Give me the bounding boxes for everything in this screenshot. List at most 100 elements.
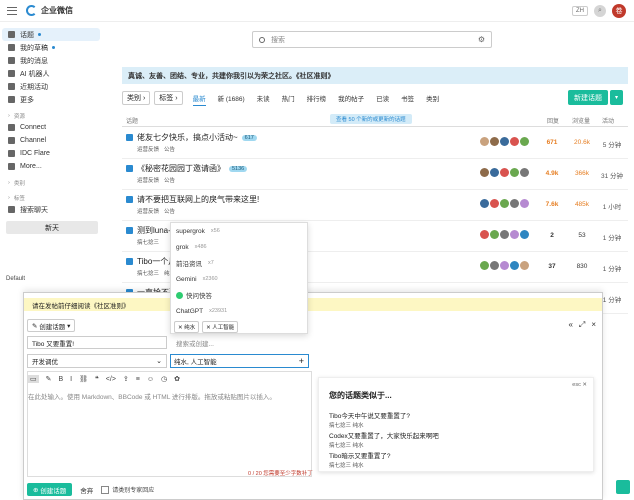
resource-item[interactable]: IDC Flare xyxy=(2,147,100,160)
new-chat-button[interactable]: 新天 xyxy=(6,221,98,234)
avatar[interactable] xyxy=(510,230,519,239)
tag-label[interactable]: 公告 xyxy=(164,176,175,184)
avatar[interactable] xyxy=(510,199,519,208)
avatar[interactable] xyxy=(510,261,519,270)
activity-time[interactable]: 1 分钟 xyxy=(597,232,627,242)
topic-title-text[interactable]: 《秘密花园园丁邀请函》 xyxy=(137,163,225,174)
new-topics-bar[interactable]: 查看 50 个新的或更新的话题 xyxy=(330,114,412,124)
tag-option[interactable]: supergrok x56 xyxy=(171,223,307,239)
sidebar-item[interactable]: 更多 xyxy=(2,93,100,106)
topic-title[interactable]: Tibo一个月 xyxy=(126,256,176,267)
tag-label[interactable]: 运营反馈 xyxy=(137,145,159,153)
sidebar-item[interactable]: 话题 xyxy=(2,28,100,41)
link-icon[interactable]: ⛓ xyxy=(79,375,88,383)
tag-option[interactable]: 前沿资讯 x7 xyxy=(171,255,307,271)
language-selector[interactable]: ZH xyxy=(572,6,588,16)
similar-topic[interactable]: Tibo暗示又要重置了? 搞七捻三 纯水 xyxy=(329,450,391,469)
avatar[interactable]: 卷 xyxy=(612,4,626,18)
avatar[interactable] xyxy=(490,261,499,270)
chevron-down-icon[interactable]: ▾ xyxy=(610,90,623,105)
title-field[interactable]: Tibo 又要重置! xyxy=(27,336,167,349)
topic-title[interactable]: 佬友七夕快乐，搞点小活动~ 617 xyxy=(126,132,257,143)
col-views[interactable]: 浏览量 xyxy=(572,116,590,125)
avatar[interactable] xyxy=(500,137,509,146)
activity-time[interactable]: 31 分钟 xyxy=(597,170,627,180)
tab[interactable]: 书签 xyxy=(401,90,414,106)
tag-label[interactable]: 搞七捻三 xyxy=(137,269,159,277)
tab[interactable]: 热门 xyxy=(282,90,295,106)
avatar[interactable] xyxy=(480,137,489,146)
resource-item[interactable]: Channel xyxy=(2,134,100,147)
quote-icon[interactable]: ❝ xyxy=(95,375,99,383)
section-categories[interactable]: 类别 xyxy=(0,177,104,188)
date-icon[interactable]: ◷ xyxy=(161,375,167,383)
col-topic[interactable]: 话题 xyxy=(126,116,138,125)
menu-icon[interactable] xyxy=(7,6,17,15)
sidebar-item[interactable]: 我的草稿 xyxy=(2,41,100,54)
avatar[interactable] xyxy=(510,168,519,177)
avatar[interactable] xyxy=(520,230,529,239)
topic-title[interactable]: 《秘密花园园丁邀请函》 5136 xyxy=(126,163,248,174)
tab[interactable]: 新 (1686) xyxy=(218,90,245,106)
create-topic-action[interactable]: ✎ 创建话题 ▾ xyxy=(27,319,76,332)
avatar[interactable] xyxy=(520,137,529,146)
tags-input[interactable]: 纯水, 人工智能 + xyxy=(170,354,309,368)
avatar[interactable] xyxy=(490,230,499,239)
tab[interactable]: 排行榜 xyxy=(307,90,327,106)
tag-filter[interactable]: 标签 › xyxy=(154,91,183,105)
tab[interactable]: 最新 xyxy=(192,90,206,106)
expand-icon[interactable]: ⤢ xyxy=(579,320,585,330)
table-row[interactable]: 请不要把互联网上的戾气带来这里! 运营反馈 公告 7.6k 485k 1 小时 xyxy=(122,190,628,221)
tag-option[interactable]: ChatGPT x23931 xyxy=(171,303,307,319)
emoji-icon[interactable]: ☺ xyxy=(147,376,154,383)
selected-tag-chip[interactable]: ✕ 纯水 xyxy=(174,321,200,333)
category-select[interactable]: 开发调优 ⌄ xyxy=(27,354,167,368)
toggle-icon[interactable]: ▭ xyxy=(28,375,39,383)
avatar[interactable] xyxy=(480,261,489,270)
search-input[interactable]: 搜索 ⚙ xyxy=(252,31,492,48)
topic-title-text[interactable]: 请不要把互联网上的戾气带来这里! xyxy=(137,194,259,205)
resource-item[interactable]: Connect xyxy=(2,121,100,134)
sidebar-item[interactable]: AI 机器人 xyxy=(2,67,100,80)
similar-close[interactable]: esc ✕ xyxy=(572,382,587,388)
upload-icon[interactable]: ⇪ xyxy=(123,375,129,383)
list-icon[interactable]: ≡ xyxy=(136,376,140,383)
resource-item[interactable]: More... xyxy=(2,160,100,173)
code-icon[interactable]: </> xyxy=(106,376,116,383)
topic-title[interactable]: 请不要把互联网上的戾气带来这里! xyxy=(126,194,259,205)
avatar[interactable] xyxy=(500,168,509,177)
tag-label[interactable]: 运营反馈 xyxy=(137,176,159,184)
tab[interactable]: 未读 xyxy=(257,90,270,106)
editor-area[interactable] xyxy=(27,371,312,477)
avatar[interactable] xyxy=(520,261,529,270)
avatar[interactable] xyxy=(480,230,489,239)
col-replies[interactable]: 回复 xyxy=(547,116,559,125)
sidebar-item[interactable]: 我的消息 xyxy=(2,54,100,67)
section-resources[interactable]: 资源 xyxy=(0,110,104,121)
activity-time[interactable]: 5 分钟 xyxy=(597,139,627,149)
tag-option[interactable]: grok x486 xyxy=(171,239,307,255)
avatar[interactable] xyxy=(520,168,529,177)
avatar[interactable] xyxy=(520,199,529,208)
avatar[interactable] xyxy=(510,137,519,146)
table-row[interactable]: 《秘密花园园丁邀请函》 5136 运营反馈 公告 4.9k 366k 31 分钟 xyxy=(122,159,628,190)
filter-icon[interactable]: ⚙ xyxy=(478,35,485,44)
expert-checkbox[interactable]: 请类别专家回应 xyxy=(101,485,154,494)
avatar[interactable] xyxy=(490,137,499,146)
sidebar-search-chat[interactable]: 搜索聊天 xyxy=(2,203,100,216)
sidebar-footer[interactable]: Default xyxy=(6,276,25,282)
similar-topic[interactable]: Tibo今天中午说又要重置了? 搞七捻三 纯水 xyxy=(329,410,410,429)
activity-time[interactable]: 1 分钟 xyxy=(597,263,627,273)
section-tags[interactable]: 标签 xyxy=(0,192,104,203)
new-topic-button[interactable]: 新建话题 xyxy=(568,90,608,105)
category-filter[interactable]: 类别 › xyxy=(122,91,151,105)
tab[interactable]: 已读 xyxy=(376,90,389,106)
activity-time[interactable]: 1 小时 xyxy=(597,201,627,211)
selected-tag-chip[interactable]: ✕ 人工智能 xyxy=(202,321,239,333)
table-row[interactable]: 佬友七夕快乐，搞点小活动~ 617 运营反馈 公告 671 20.6k 5 分钟 xyxy=(122,128,628,159)
avatar[interactable] xyxy=(500,230,509,239)
col-activity[interactable]: 活动 xyxy=(602,116,614,125)
avatar[interactable] xyxy=(500,261,509,270)
close-icon[interactable]: × xyxy=(591,320,596,330)
avatar[interactable] xyxy=(500,199,509,208)
